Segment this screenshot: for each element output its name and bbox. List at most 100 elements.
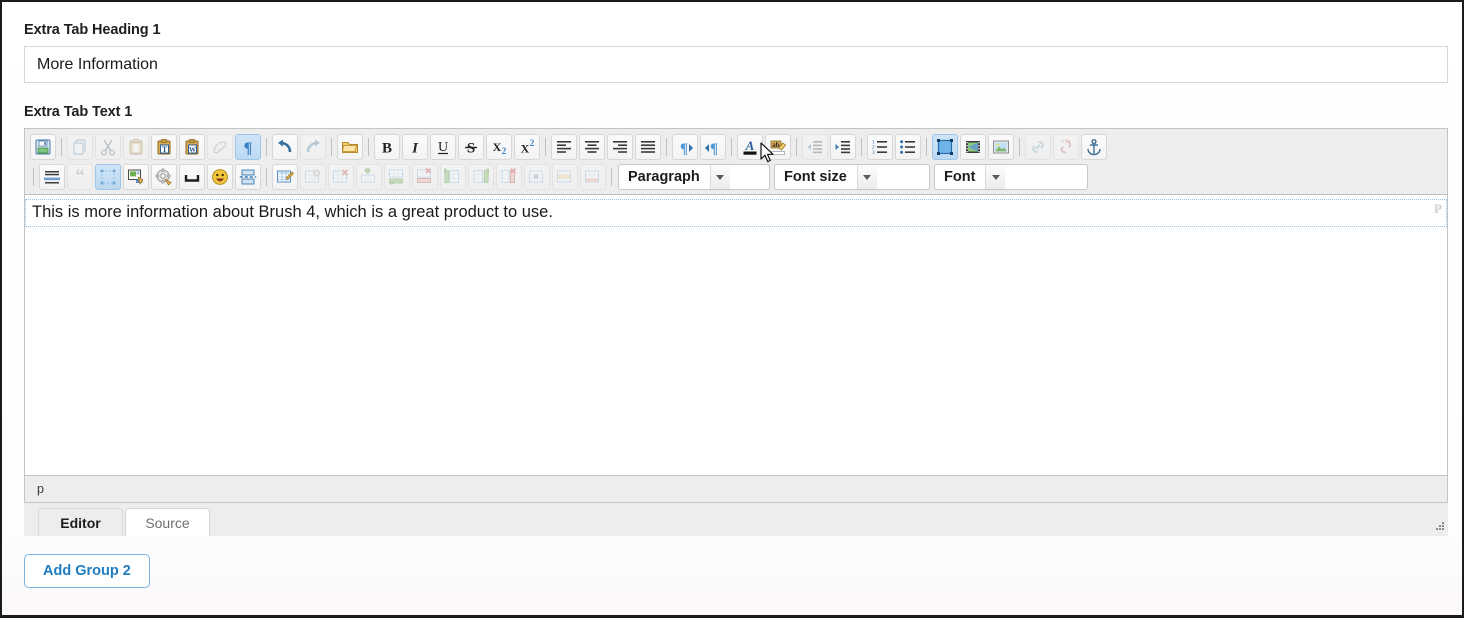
video-icon[interactable]: [960, 134, 986, 160]
tab-source[interactable]: Source: [125, 508, 210, 536]
svg-text:A: A: [745, 138, 755, 153]
subscript-icon[interactable]: X2: [486, 134, 512, 160]
cut-icon: [95, 134, 121, 160]
chevron-down-icon[interactable]: [710, 165, 730, 189]
create-div-icon[interactable]: [95, 164, 121, 190]
remove-format-icon: [207, 134, 233, 160]
extra-tab-heading-input[interactable]: [24, 46, 1448, 83]
paragraph-format-combo[interactable]: Paragraph: [618, 164, 770, 190]
svg-text:U: U: [438, 140, 448, 155]
svg-text:S: S: [467, 141, 475, 157]
open-file-icon[interactable]: [337, 134, 363, 160]
insert-column-before-icon: [440, 164, 466, 190]
svg-text:ab: ab: [772, 141, 780, 149]
editor-element-path-bar: p: [25, 475, 1447, 502]
justify-icon[interactable]: [635, 134, 661, 160]
text-direction-ltr-icon[interactable]: ¶: [672, 134, 698, 160]
align-left-icon[interactable]: [551, 134, 577, 160]
editor-editable-area[interactable]: This is more information about Brush 4, …: [25, 195, 1447, 475]
block-tag-label: P: [1434, 201, 1442, 218]
add-group-2-button[interactable]: Add Group 2: [24, 554, 150, 588]
copy-icon: [67, 134, 93, 160]
svg-text:3: 3: [872, 150, 875, 156]
bulleted-list-icon[interactable]: [895, 134, 921, 160]
outdent-icon: [802, 134, 828, 160]
blockquote-icon: “: [67, 164, 93, 190]
toolbar-separator: [61, 138, 62, 156]
editor-body-wrapper: This is more information about Brush 4, …: [25, 195, 1447, 475]
text-color-icon[interactable]: A: [737, 134, 763, 160]
editor-paragraph-block[interactable]: This is more information about Brush 4, …: [25, 199, 1447, 227]
tab-editor[interactable]: Editor: [38, 508, 123, 536]
horizontal-rule-icon[interactable]: [39, 164, 65, 190]
strikethrough-icon[interactable]: S: [458, 134, 484, 160]
delete-column-icon: [496, 164, 522, 190]
toolbar-separator: [796, 138, 797, 156]
window-border-top: [0, 0, 1464, 2]
align-center-icon[interactable]: [579, 134, 605, 160]
insert-column-after-icon: [468, 164, 494, 190]
editor-mode-tabs: Editor Source: [24, 503, 1448, 536]
window-border-left: [0, 0, 2, 618]
svg-text:¶: ¶: [680, 141, 688, 156]
smiley-icon[interactable]: [207, 164, 233, 190]
align-right-icon[interactable]: [607, 134, 633, 160]
tab-editor-label: Editor: [60, 515, 100, 531]
toolbar-separator: [331, 138, 332, 156]
anchor-icon[interactable]: [1081, 134, 1107, 160]
background-color-icon[interactable]: ab: [765, 134, 791, 160]
flash-icon[interactable]: [932, 134, 958, 160]
paste-from-word-icon[interactable]: W: [179, 134, 205, 160]
toolbar-separator: [666, 138, 667, 156]
underline-icon[interactable]: U: [430, 134, 456, 160]
chevron-down-icon[interactable]: [985, 165, 1005, 189]
page-break-icon[interactable]: [235, 164, 261, 190]
unlink-icon: [1053, 134, 1079, 160]
font-size-value: Font size: [775, 165, 857, 189]
svg-text:¶: ¶: [710, 141, 718, 156]
insert-row-before-icon: [356, 164, 382, 190]
font-size-combo[interactable]: Font size: [774, 164, 930, 190]
show-blocks-icon[interactable]: ¶: [235, 134, 261, 160]
paragraph-format-value: Paragraph: [619, 165, 710, 189]
font-family-value: Font: [935, 165, 985, 189]
chevron-down-icon[interactable]: [857, 165, 877, 189]
insert-row-after-icon: [384, 164, 410, 190]
toolbar-separator: [266, 168, 267, 186]
image-icon[interactable]: [988, 134, 1014, 160]
superscript-icon[interactable]: X2: [514, 134, 540, 160]
paste-as-plain-text-icon[interactable]: T: [151, 134, 177, 160]
italic-icon[interactable]: I: [402, 134, 428, 160]
editor-toolbar-row-2: “ Paragraph Font size Font: [27, 162, 1445, 192]
save-icon[interactable]: [30, 134, 56, 160]
svg-text:I: I: [411, 141, 419, 157]
extra-tab-heading-label: Extra Tab Heading 1: [24, 22, 1448, 38]
nbsp-icon[interactable]: [179, 164, 205, 190]
toolbar-separator: [926, 138, 927, 156]
svg-text:W: W: [189, 146, 196, 154]
element-path-item-p[interactable]: p: [37, 482, 44, 496]
toolbar-separator: [33, 168, 34, 186]
svg-text:T: T: [162, 145, 168, 154]
merge-cells-icon: [524, 164, 550, 190]
table-icon[interactable]: [272, 164, 298, 190]
svg-text:2: 2: [502, 146, 507, 156]
form-content: Extra Tab Heading 1 Extra Tab Text 1 TW¶…: [24, 22, 1448, 588]
bold-icon[interactable]: B: [374, 134, 400, 160]
svg-text:“: “: [76, 168, 85, 185]
editor-toolbar-row-1: TW¶BIUSX2X2¶¶Aab123: [27, 132, 1445, 162]
numbered-list-icon[interactable]: 123: [867, 134, 893, 160]
editor-paragraph-text: This is more information about Brush 4, …: [32, 203, 553, 221]
editor-resize-handle[interactable]: [1432, 520, 1446, 534]
toolbar-separator: [611, 168, 612, 186]
svg-text:2: 2: [530, 138, 535, 148]
svg-text:¶: ¶: [244, 140, 253, 156]
text-direction-rtl-icon[interactable]: ¶: [700, 134, 726, 160]
page-properties-icon[interactable]: [123, 164, 149, 190]
templates-icon[interactable]: [151, 164, 177, 190]
svg-text:X: X: [521, 142, 530, 156]
undo-icon[interactable]: [272, 134, 298, 160]
font-family-combo[interactable]: Font: [934, 164, 1088, 190]
tab-source-label: Source: [145, 515, 189, 531]
indent-icon[interactable]: [830, 134, 856, 160]
